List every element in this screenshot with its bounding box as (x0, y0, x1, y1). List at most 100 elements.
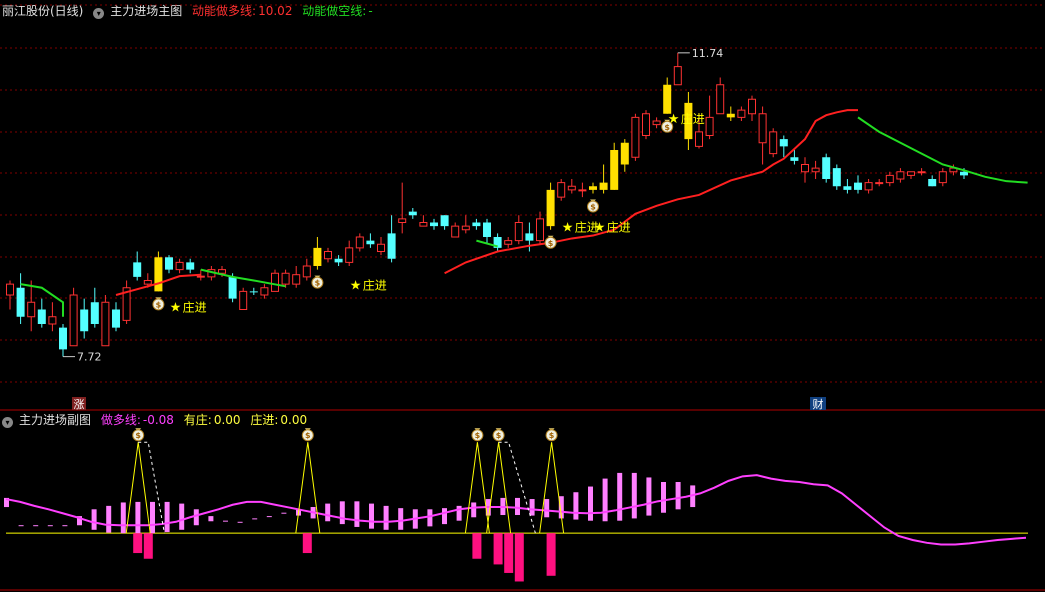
osc-bar (91, 509, 97, 530)
osc-bar (266, 516, 272, 518)
signal-peak (486, 442, 512, 534)
candle-body (631, 116, 640, 158)
candle-body (536, 218, 544, 242)
money-bag-icon: $ (471, 428, 484, 442)
candle-body (430, 222, 438, 227)
candle-body (112, 309, 120, 328)
candle-body (567, 185, 576, 191)
candle-body (642, 113, 650, 136)
candle-body (461, 225, 470, 231)
osc-bar (602, 478, 608, 522)
money-bag-icon: $ (152, 297, 165, 311)
osc-bar (588, 486, 593, 521)
candle-body (345, 247, 354, 263)
sub-chart[interactable]: $ $ $ $ $ (4, 428, 1028, 582)
osc-bar (164, 501, 170, 533)
osc-bar (573, 492, 579, 520)
osc-bar (179, 503, 185, 530)
candle-body (546, 189, 555, 227)
candle-body (578, 189, 587, 192)
osc-bar (18, 525, 24, 527)
candle-body (620, 142, 629, 165)
osc-bar (339, 501, 345, 525)
candle-body (16, 287, 25, 317)
osc-bar (120, 502, 126, 534)
money-bag-icon: $ (132, 428, 145, 442)
candle-body (525, 233, 534, 241)
zhuang-jin-text: 庄进 (183, 299, 207, 314)
cai-badge: 财 (810, 397, 826, 411)
money-bag-glyph: $ (156, 300, 162, 309)
candle-body (271, 272, 279, 292)
osc-bar (106, 505, 112, 533)
neg-bar (472, 533, 482, 559)
osc-bar (675, 482, 681, 510)
candle-body (313, 247, 322, 266)
candle-body (292, 274, 301, 285)
candle-body (69, 294, 78, 347)
candle-body (758, 113, 767, 144)
signal-peak (295, 442, 321, 534)
osc-bar (135, 501, 141, 534)
money-bag-icon: $ (545, 428, 558, 442)
candle-body (822, 157, 831, 179)
money-bag-glyph: $ (305, 431, 311, 440)
chart-canvas[interactable]: 11.747.72$$$$$★ 庄进★ 庄进★ 庄进★ 庄进★ 庄进 $ $ $ $ $ 涨 财 (0, 0, 1045, 592)
candle-body (165, 257, 173, 270)
candle-body (101, 301, 110, 347)
candle-body (599, 182, 608, 190)
candle-body (811, 167, 820, 173)
candle-body (419, 222, 428, 227)
candle-body (695, 131, 703, 147)
candle-body (355, 236, 364, 249)
candle-body (769, 131, 778, 155)
candle-body (27, 301, 36, 318)
zhuang-jin-annotation: ★ 庄进 (668, 111, 705, 127)
candle-body (324, 251, 332, 260)
candle-body (249, 291, 258, 293)
star-icon: ★ (170, 300, 182, 315)
money-bag-glyph: $ (315, 279, 321, 288)
osc-bar (471, 502, 477, 518)
osc-bar (398, 508, 404, 530)
candle-body (377, 243, 385, 252)
osc-bar (515, 497, 520, 516)
money-bag-icon: $ (311, 275, 324, 289)
candle-body (504, 240, 513, 245)
candle-body (790, 157, 799, 161)
candle-body (907, 171, 915, 176)
candle-body (854, 182, 862, 190)
signal-peak (539, 442, 565, 534)
osc-bar (150, 501, 155, 534)
osc-bar (529, 499, 535, 516)
candle-body (260, 287, 269, 296)
candle-body (398, 218, 407, 223)
candle-body (366, 240, 375, 245)
osc-bar (47, 525, 53, 527)
candle-body (663, 84, 672, 114)
star-icon: ★ (350, 279, 362, 294)
candle-body (472, 222, 481, 227)
neg-bar (133, 533, 143, 554)
neg-bar (514, 533, 524, 582)
cai-badge-text: 财 (813, 397, 824, 411)
candle-body (705, 116, 714, 136)
candle-body (801, 164, 809, 173)
candle-body (875, 182, 884, 185)
candle-body (737, 109, 746, 118)
candle-body (896, 171, 905, 180)
main-chart[interactable]: 11.747.72$$$$$★ 庄进★ 庄进★ 庄进★ 庄进★ 庄进 (6, 47, 1028, 364)
candle-body (673, 66, 682, 86)
candle-body (960, 171, 968, 176)
candle-body (514, 222, 523, 242)
money-bag-glyph: $ (549, 431, 555, 440)
candle-body (228, 276, 237, 299)
osc-bar (646, 477, 652, 516)
osc-bar (617, 472, 623, 521)
money-bag-glyph: $ (475, 431, 481, 440)
bull-line (444, 109, 858, 275)
candle-body (779, 139, 788, 147)
candle-body (408, 211, 417, 216)
candle-body (48, 316, 57, 325)
osc-bar (33, 525, 39, 527)
